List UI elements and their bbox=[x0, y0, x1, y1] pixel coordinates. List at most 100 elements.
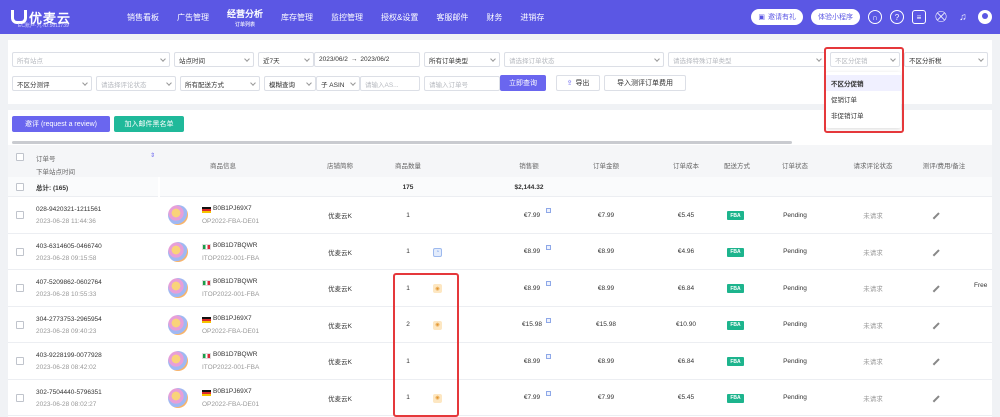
nav-item[interactable]: 监控管理 bbox=[322, 0, 372, 34]
order-amount: €8.99 bbox=[597, 248, 615, 256]
ship-method-select[interactable]: 所有配送方式 bbox=[180, 76, 260, 91]
cart-icon[interactable]: ⛒ bbox=[934, 10, 948, 24]
info-icon[interactable] bbox=[546, 244, 551, 250]
asin-type-select[interactable]: 子 ASIN bbox=[316, 76, 360, 91]
divider bbox=[158, 177, 160, 197]
product-asin[interactable]: B0B1PJ69X7 bbox=[213, 388, 252, 395]
edit-icon[interactable] bbox=[932, 248, 940, 256]
row-checkbox[interactable] bbox=[16, 284, 24, 292]
product-sku: OP2022-FBA-DE01 bbox=[202, 327, 260, 335]
flag-de-icon bbox=[202, 207, 211, 213]
order-number-input[interactable]: 请输入订单号 bbox=[424, 76, 500, 91]
edit-icon[interactable] bbox=[932, 321, 940, 329]
product-asin[interactable]: B0B1D7BQWR bbox=[213, 242, 257, 249]
product-image[interactable] bbox=[168, 241, 188, 262]
row-checkbox[interactable] bbox=[16, 211, 24, 219]
order-cost: €6.84 bbox=[677, 357, 695, 365]
headset-icon[interactable]: ∩ bbox=[868, 10, 882, 24]
nav-item[interactable]: 授权&设置 bbox=[372, 0, 427, 34]
shop-select[interactable]: 所有站点 bbox=[12, 52, 170, 67]
review-request-button[interactable]: 邀评 (request a review) bbox=[12, 116, 110, 132]
edit-icon[interactable] bbox=[932, 394, 940, 402]
fuzzy-query-select[interactable]: 模糊查询 bbox=[264, 76, 316, 91]
upload-icon: ⇪ bbox=[566, 80, 573, 87]
edit-icon[interactable] bbox=[932, 285, 940, 293]
info-icon[interactable] bbox=[546, 208, 551, 213]
review-status-select[interactable]: 请选择评论状态 bbox=[96, 76, 176, 91]
row-checkbox[interactable] bbox=[16, 357, 24, 365]
edit-icon[interactable] bbox=[932, 212, 940, 220]
date-range-picker[interactable]: 2023/06/2 → 2023/06/2 bbox=[314, 52, 420, 67]
product-image[interactable] bbox=[168, 314, 188, 335]
review-filter-select[interactable]: 不区分测评 bbox=[12, 76, 92, 91]
product-image[interactable] bbox=[168, 278, 188, 298]
order-type-select[interactable]: 所有订单类型 bbox=[424, 52, 500, 67]
nav-item[interactable]: 进销存 bbox=[511, 0, 553, 34]
product-image[interactable] bbox=[168, 387, 188, 408]
order-status-select[interactable]: 请选择订单状态 bbox=[504, 52, 664, 67]
time-type-select[interactable]: 站点时间 bbox=[174, 52, 254, 67]
chevron-down-icon bbox=[816, 56, 822, 62]
nav-item[interactable]: 广告管理 bbox=[168, 0, 218, 34]
horizontal-scrollbar[interactable] bbox=[12, 141, 792, 144]
order-id[interactable]: 304-2773753-2965954 bbox=[36, 316, 102, 323]
info-icon[interactable] bbox=[546, 354, 551, 359]
account-label: EC账户·九·ID:5011739 bbox=[18, 23, 69, 29]
nav-item[interactable]: 经营分析 订单列表 bbox=[218, 0, 272, 34]
order-id[interactable]: 403-9228199-0077928 bbox=[36, 352, 102, 359]
orders-table: 邀评 (request a review) 加入邮件黑名单 订单号 下单站点时间… bbox=[8, 110, 992, 417]
order-status: Pending bbox=[783, 357, 807, 365]
order-id[interactable]: 407-5209862-0602764 bbox=[36, 279, 102, 286]
special-order-select[interactable]: 请选择特殊订单类型 bbox=[668, 52, 826, 67]
review-tag-icon[interactable]: ◔ bbox=[433, 247, 442, 257]
row-checkbox[interactable] bbox=[16, 247, 24, 256]
export-button[interactable]: ⇪ 导出 bbox=[556, 75, 600, 91]
order-amount: €7.99 bbox=[597, 211, 615, 219]
order-id[interactable]: 028-9420321-1211561 bbox=[36, 206, 101, 213]
product-image[interactable] bbox=[168, 351, 188, 371]
range-preset-select[interactable]: 近7天 bbox=[258, 52, 314, 67]
order-cost: €5.45 bbox=[677, 394, 695, 402]
help-icon[interactable]: ? bbox=[890, 10, 904, 24]
import-review-fee-button[interactable]: 导入测评订单费用 bbox=[604, 75, 686, 91]
bell-icon[interactable]: ♫ bbox=[956, 10, 970, 24]
order-amount: €7.99 bbox=[597, 394, 615, 402]
total-checkbox[interactable] bbox=[16, 183, 24, 191]
product-image[interactable] bbox=[168, 205, 188, 225]
edit-icon[interactable] bbox=[932, 358, 940, 366]
chevron-down-icon bbox=[250, 80, 256, 86]
invite-button[interactable]: ▣ 邀请有礼 bbox=[751, 9, 803, 25]
select-all-checkbox[interactable] bbox=[16, 153, 24, 161]
chevron-down-icon bbox=[654, 56, 660, 62]
sort-icon[interactable]: ⇕ bbox=[150, 152, 155, 159]
nav-item[interactable]: 销售看板 bbox=[118, 0, 168, 34]
order-cost: €10.90 bbox=[676, 321, 696, 329]
quantity: 1 bbox=[406, 248, 410, 256]
product-asin[interactable]: B0B1PJ69X7 bbox=[213, 315, 252, 322]
highlight-box-promo bbox=[824, 47, 904, 133]
top-nav: 优麦云 EC账户·九·ID:5011739 销售看板 广告管理 经营分析 订单列表 库存… bbox=[0, 0, 1000, 34]
search-button[interactable]: 立即查询 bbox=[500, 75, 546, 91]
info-icon[interactable] bbox=[546, 281, 551, 286]
order-id[interactable]: 403-6314605-0466740 bbox=[36, 243, 102, 250]
product-asin[interactable]: B0B1D7BQWR bbox=[213, 278, 257, 285]
avatar[interactable] bbox=[978, 10, 992, 24]
add-mail-blacklist-button[interactable]: 加入邮件黑名单 bbox=[114, 116, 184, 132]
miniprogram-button[interactable]: 体验小程序 bbox=[811, 9, 860, 25]
product-asin[interactable]: B0B1D7BQWR bbox=[213, 351, 257, 358]
info-icon[interactable] bbox=[546, 390, 551, 396]
order-id[interactable]: 302-7504440-5796351 bbox=[36, 389, 102, 396]
row-checkbox[interactable] bbox=[16, 393, 24, 402]
nav-item[interactable]: 库存管理 bbox=[272, 0, 322, 34]
info-icon[interactable] bbox=[546, 317, 551, 323]
logo[interactable]: 优麦云 EC账户·九·ID:5011739 bbox=[0, 0, 118, 34]
message-icon[interactable]: ≡ bbox=[912, 10, 926, 24]
discount-select[interactable]: 不区分折税 bbox=[904, 52, 988, 67]
row-checkbox[interactable] bbox=[16, 320, 24, 329]
product-asin[interactable]: B0B1PJ69X7 bbox=[213, 205, 252, 212]
order-time: 2023-06-28 08:02:27 bbox=[36, 400, 97, 408]
gift-icon: ▣ bbox=[758, 14, 765, 21]
nav-item[interactable]: 客服邮件 bbox=[427, 0, 477, 34]
asin-input[interactable]: 请输入AS... bbox=[360, 76, 420, 91]
nav-item[interactable]: 财务 bbox=[477, 0, 511, 34]
